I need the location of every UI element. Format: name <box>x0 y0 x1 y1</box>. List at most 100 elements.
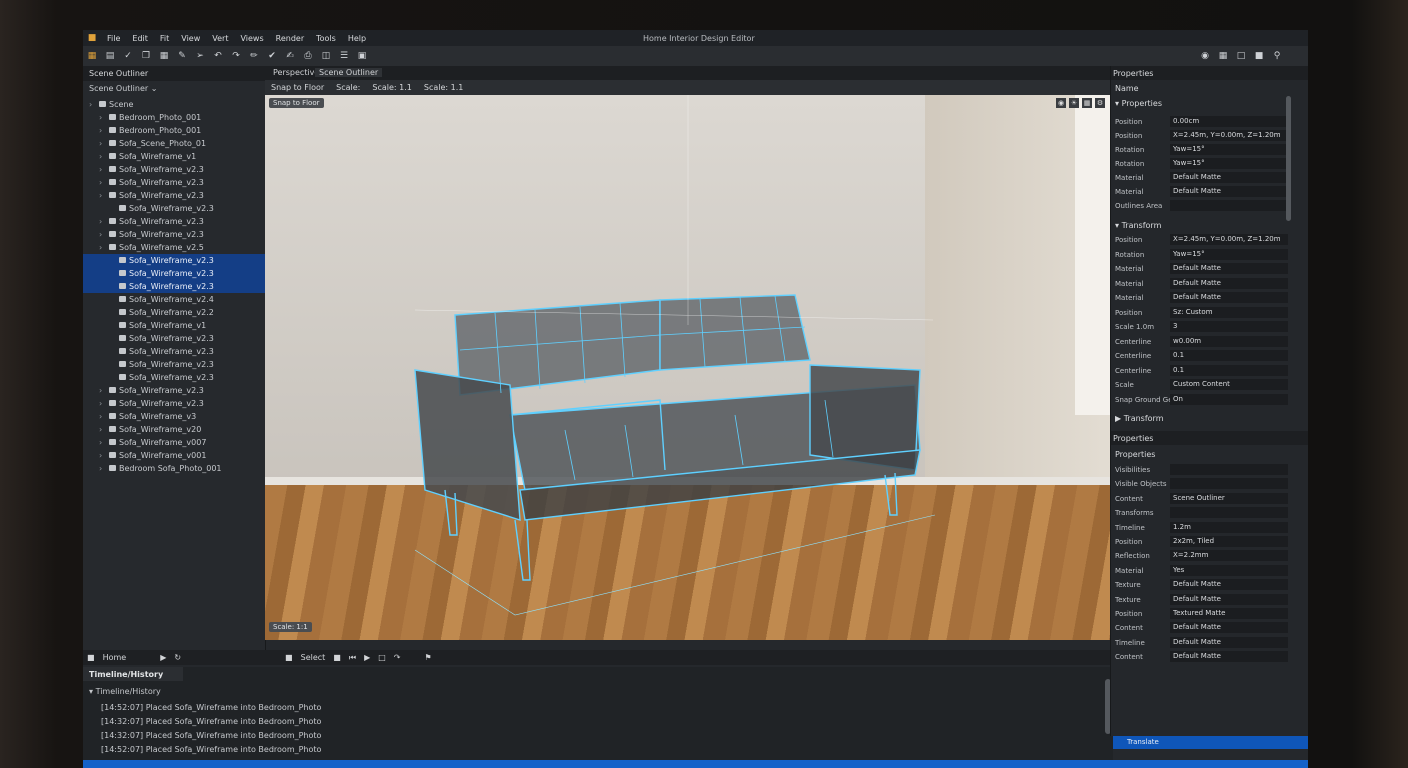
prev-icon[interactable]: ⏮ <box>349 653 356 663</box>
property-value[interactable]: X=2.45m, Y=0.00m, Z=1.20m <box>1170 130 1288 141</box>
snap-to-floor-button[interactable]: Snap to Floor <box>271 83 324 92</box>
outliner-item[interactable]: › Bedroom Sofa_Photo_001 <box>83 462 265 475</box>
doc-icon[interactable]: ◫ <box>320 50 332 62</box>
property-value[interactable]: Default Matte <box>1170 636 1288 648</box>
property-value[interactable]: Default Matte <box>1170 622 1288 634</box>
property-value[interactable]: Default Matte <box>1170 186 1288 197</box>
property-value[interactable]: Yaw=15° <box>1170 248 1288 260</box>
property-value[interactable]: Default Matte <box>1170 579 1288 591</box>
3d-viewport[interactable]: Snap to Floor ◉ ☀ ▦ ⚙ Scale: 1:1 <box>265 95 1113 640</box>
pin-icon[interactable]: ◉ <box>1199 50 1211 62</box>
expand-chevron-icon[interactable]: › <box>99 176 109 189</box>
history-entry[interactable]: [14:32:07] Placed Sofa_Wireframe into Be… <box>101 715 321 729</box>
outliner-item[interactable]: Sofa_Wireframe_v2.3 <box>83 358 265 371</box>
outliner-item[interactable]: Sofa_Wireframe_v2.4 <box>83 293 265 306</box>
print-icon[interactable]: ⎙ <box>302 50 314 62</box>
select-button[interactable]: Select <box>301 653 326 662</box>
expand-chevron-icon[interactable]: › <box>99 137 109 150</box>
light-icon[interactable]: ☀ <box>1069 98 1079 108</box>
outliner-item[interactable]: Sofa_Wireframe_v2.3 <box>83 332 265 345</box>
history-entry[interactable]: [14:52:07] Placed Sofa_Wireframe into Be… <box>101 743 321 757</box>
property-value[interactable]: Yaw=15° <box>1170 158 1288 169</box>
outliner-item[interactable]: › Sofa_Wireframe_v001 <box>83 449 265 462</box>
expand-chevron-icon[interactable]: › <box>99 241 109 254</box>
property-value[interactable]: Scene Outliner <box>1170 492 1288 504</box>
scale-dropdown[interactable]: Scale: <box>336 83 360 92</box>
expand-chevron-icon[interactable]: › <box>99 111 109 124</box>
property-value[interactable]: Default Matte <box>1170 593 1288 605</box>
settings-icon[interactable]: ⚙ <box>1095 98 1105 108</box>
outliner-item[interactable]: › Sofa_Wireframe_v3 <box>83 410 265 423</box>
outliner-item[interactable]: › Sofa_Wireframe_v2.3 <box>83 215 265 228</box>
expand-chevron-icon[interactable]: › <box>99 150 109 163</box>
menu-file[interactable]: File <box>101 34 126 43</box>
home-button[interactable]: Home <box>103 653 127 662</box>
stop-icon[interactable]: ■ <box>333 653 341 662</box>
property-value[interactable] <box>1170 464 1288 475</box>
outliner-item[interactable]: Sofa_Wireframe_v2.3 <box>83 280 265 293</box>
menu-edit[interactable]: Edit <box>126 34 154 43</box>
outliner-item[interactable]: › Scene <box>83 98 265 111</box>
redo-icon[interactable]: ↷ <box>230 50 242 62</box>
logo-icon[interactable]: ▦ <box>86 50 98 62</box>
scale-field-2[interactable]: Scale: 1.1 <box>424 83 463 92</box>
outliner-item[interactable]: › Sofa_Wireframe_v007 <box>83 436 265 449</box>
expand-chevron-icon[interactable]: › <box>99 449 109 462</box>
property-value[interactable]: Default Matte <box>1170 277 1288 289</box>
expand-chevron-icon[interactable]: › <box>99 384 109 397</box>
outliner-item[interactable]: › Sofa_Scene_Photo_01 <box>83 137 265 150</box>
camera-icon[interactable]: ◉ <box>1056 98 1066 108</box>
menu-view[interactable]: View <box>175 34 206 43</box>
translate-label[interactable]: Translate <box>1127 738 1159 746</box>
snap-to-floor-chip[interactable]: Snap to Floor <box>269 98 324 108</box>
property-value[interactable]: 0.1 <box>1170 350 1288 361</box>
outliner-item[interactable]: › Sofa_Wireframe_v2.3 <box>83 163 265 176</box>
outliner-item[interactable]: › Sofa_Wireframe_v2.3 <box>83 397 265 410</box>
check-icon[interactable]: ✔ <box>266 50 278 62</box>
panel-icon[interactable]: ▦ <box>1217 50 1229 62</box>
menu-help[interactable]: Help <box>342 34 372 43</box>
transform-subhead[interactable]: ▶ Transform <box>1115 414 1164 423</box>
grid-icon[interactable]: ▦ <box>158 50 170 62</box>
lock-icon[interactable]: ■ <box>1253 50 1265 62</box>
play2-icon[interactable]: ▶ <box>364 653 370 662</box>
frame-icon[interactable]: □ <box>378 653 386 662</box>
play-icon[interactable]: ▶ <box>160 653 166 662</box>
property-value[interactable]: Yaw=15° <box>1170 144 1288 155</box>
pen2-icon[interactable]: ✍ <box>284 50 296 62</box>
outliner-item[interactable]: Sofa_Wireframe_v2.3 <box>83 254 265 267</box>
grid-toggle-icon[interactable]: ▦ <box>1082 98 1092 108</box>
outliner-item[interactable]: › Sofa_Wireframe_v2.3 <box>83 228 265 241</box>
property-value[interactable]: X=2.45m, Y=0.00m, Z=1.20m <box>1170 234 1288 245</box>
property-value[interactable]: 2x2m, Tiled <box>1170 536 1288 547</box>
expand-chevron-icon[interactable]: › <box>99 423 109 436</box>
property-value[interactable]: Default Matte <box>1170 651 1288 663</box>
outliner-item[interactable]: › Sofa_Wireframe_v20 <box>83 423 265 436</box>
expand-chevron-icon[interactable]: › <box>99 436 109 449</box>
layout-icon[interactable]: ▣ <box>356 50 368 62</box>
expand-chevron-icon[interactable]: › <box>99 410 109 423</box>
outliner-item[interactable]: Sofa_Wireframe_v2.3 <box>83 345 265 358</box>
property-value[interactable] <box>1170 478 1288 490</box>
timeline-tab[interactable]: Timeline/History <box>83 667 183 681</box>
pen-icon[interactable]: ✎ <box>176 50 188 62</box>
property-value[interactable] <box>1170 200 1288 211</box>
properties-tab[interactable]: Properties <box>1111 66 1308 80</box>
scale-field-1[interactable]: Scale: 1.1 <box>372 83 411 92</box>
home-icon[interactable]: ■ <box>87 653 95 662</box>
timeline-header[interactable]: ▾ Timeline/History <box>89 687 161 696</box>
properties-scrollbar[interactable] <box>1286 96 1291 221</box>
property-value[interactable]: Sz: Custom <box>1170 306 1288 318</box>
outliner-item[interactable]: › Sofa_Wireframe_v2.5 <box>83 241 265 254</box>
properties-tab-2[interactable]: Properties <box>1111 431 1308 445</box>
menu-views[interactable]: Views <box>234 34 269 43</box>
property-value[interactable]: Custom Content <box>1170 379 1288 390</box>
property-value[interactable]: 0.00cm <box>1170 116 1288 127</box>
outliner-item[interactable]: Sofa_Wireframe_v2.2 <box>83 306 265 319</box>
pencil-icon[interactable]: ✏ <box>248 50 260 62</box>
menu-fit[interactable]: Fit <box>154 34 175 43</box>
transform-section[interactable]: ▾ Transform <box>1115 221 1161 230</box>
property-value[interactable] <box>1170 507 1288 519</box>
property-value[interactable]: X=2.2mm <box>1170 550 1288 562</box>
outliner-item[interactable]: Sofa_Wireframe_v1 <box>83 319 265 332</box>
